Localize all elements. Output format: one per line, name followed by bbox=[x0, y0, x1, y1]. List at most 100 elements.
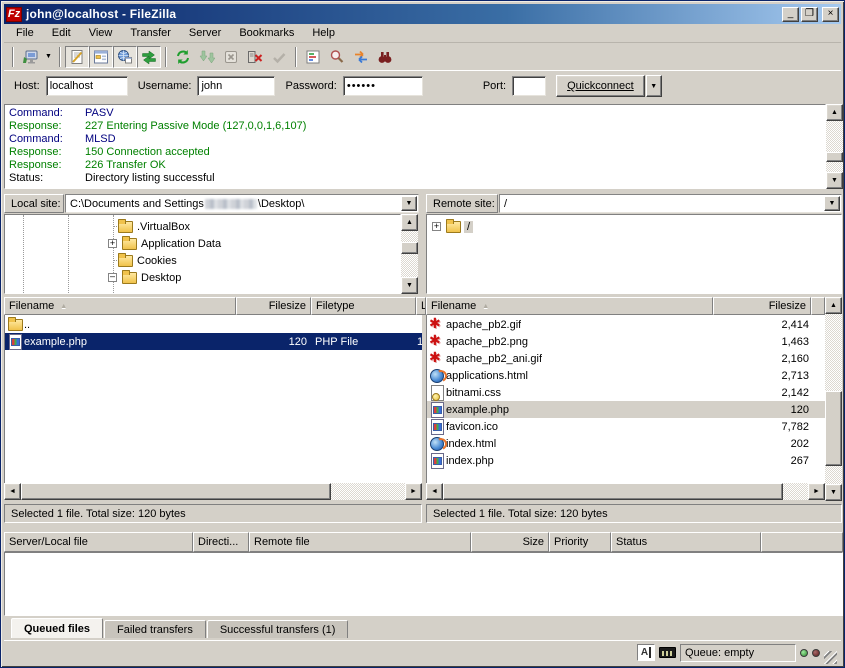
remote-vscrollbar[interactable] bbox=[825, 297, 842, 501]
menu-view[interactable]: View bbox=[81, 25, 121, 41]
file-row[interactable]: apache_pb2_ani.gif 2,160 bbox=[427, 350, 825, 367]
menu-server[interactable]: Server bbox=[181, 25, 229, 41]
remote-hscrollbar[interactable] bbox=[426, 483, 825, 500]
file-row-selected[interactable]: example.php 120 PHP File 1 bbox=[5, 333, 422, 350]
local-col-filetype[interactable]: Filetype bbox=[311, 297, 416, 315]
queue-col-server-local[interactable]: Server/Local file bbox=[4, 532, 193, 552]
host-input[interactable] bbox=[46, 76, 128, 96]
expand-plus-icon[interactable] bbox=[432, 222, 441, 231]
message-log[interactable]: Command:PASV Response:227 Entering Passi… bbox=[4, 104, 826, 189]
remote-tree[interactable]: / bbox=[426, 214, 842, 294]
resize-grip[interactable] bbox=[824, 651, 837, 664]
scroll-left-icon[interactable] bbox=[4, 483, 21, 500]
cancel-operation-button[interactable] bbox=[219, 46, 243, 68]
file-row[interactable]: index.php 267 bbox=[427, 452, 825, 469]
toggle-message-log-button[interactable] bbox=[65, 46, 89, 68]
scroll-up-icon[interactable] bbox=[826, 104, 843, 121]
menu-transfer[interactable]: Transfer bbox=[122, 25, 179, 41]
file-row-selected[interactable]: example.php 120 bbox=[427, 401, 825, 418]
tree-item-virtualbox[interactable]: .VirtualBox bbox=[117, 218, 397, 235]
username-input[interactable] bbox=[197, 76, 275, 96]
tree-item-label: / bbox=[464, 221, 473, 233]
file-row[interactable]: favicon.ico 7,782 bbox=[427, 418, 825, 435]
tree-item-desktop[interactable]: Desktop bbox=[108, 269, 398, 286]
scrollbar-thumb[interactable] bbox=[401, 242, 418, 254]
remote-file-list[interactable]: apache_pb2.gif 2,414 apache_pb2.png 1,46… bbox=[426, 315, 825, 483]
port-input[interactable] bbox=[512, 76, 546, 96]
expand-minus-icon[interactable] bbox=[108, 273, 117, 282]
file-row[interactable]: apache_pb2.gif 2,414 bbox=[427, 316, 825, 333]
find-files-button[interactable] bbox=[373, 46, 397, 68]
local-col-filename[interactable]: Filename bbox=[4, 297, 236, 315]
transfer-type-indicator-icon[interactable]: A bbox=[637, 644, 655, 661]
title-bar[interactable]: Fz john@localhost - FileZilla _ ❐ × bbox=[4, 4, 841, 24]
scrollbar-thumb[interactable] bbox=[826, 152, 843, 162]
file-row[interactable]: index.html 202 bbox=[427, 435, 825, 452]
speed-limit-indicator-icon[interactable] bbox=[659, 647, 676, 658]
site-manager-button[interactable] bbox=[18, 46, 42, 68]
menu-bookmarks[interactable]: Bookmarks bbox=[231, 25, 302, 41]
remote-site-combo[interactable]: / bbox=[499, 194, 842, 213]
quickconnect-dropdown[interactable] bbox=[646, 75, 662, 97]
queue-col-direction[interactable]: Directi... bbox=[193, 532, 249, 552]
refresh-button[interactable] bbox=[171, 46, 195, 68]
expand-plus-icon[interactable] bbox=[108, 239, 117, 248]
site-manager-dropdown[interactable] bbox=[42, 46, 55, 68]
scrollbar-thumb[interactable] bbox=[825, 391, 842, 466]
scrollbar-thumb[interactable] bbox=[443, 483, 783, 500]
queue-col-priority[interactable]: Priority bbox=[549, 532, 611, 552]
file-row[interactable]: bitnami.css 2,142 bbox=[427, 384, 825, 401]
local-col-modified[interactable]: L bbox=[416, 297, 426, 315]
disconnect-button[interactable] bbox=[243, 46, 267, 68]
menu-edit[interactable]: Edit bbox=[44, 25, 79, 41]
file-row-up[interactable]: .. bbox=[5, 316, 422, 333]
synchronized-browsing-button[interactable] bbox=[349, 46, 373, 68]
minimize-button[interactable]: _ bbox=[782, 7, 799, 22]
maximize-button[interactable]: ❐ bbox=[801, 7, 818, 22]
local-combo-dropdown[interactable] bbox=[401, 196, 417, 211]
directory-filters-button[interactable] bbox=[301, 46, 325, 68]
toggle-transfer-queue-button[interactable] bbox=[137, 46, 161, 68]
tab-successful-transfers[interactable]: Successful transfers (1) bbox=[207, 620, 349, 639]
queue-list[interactable] bbox=[4, 552, 843, 616]
local-tree-scrollbar[interactable] bbox=[401, 214, 418, 294]
toggle-remote-tree-button[interactable] bbox=[113, 46, 137, 68]
local-file-list[interactable]: .. example.php 120 PHP File 1 bbox=[4, 315, 422, 483]
tab-queued-files[interactable]: Queued files bbox=[11, 618, 103, 639]
queue-col-status[interactable]: Status bbox=[611, 532, 761, 552]
scroll-left-icon[interactable] bbox=[426, 483, 443, 500]
scrollbar-thumb[interactable] bbox=[21, 483, 331, 500]
tree-item-application-data[interactable]: Application Data bbox=[108, 235, 398, 252]
file-row[interactable]: apache_pb2.png 1,463 bbox=[427, 333, 825, 350]
tab-failed-transfers[interactable]: Failed transfers bbox=[104, 620, 206, 639]
menu-file[interactable]: File bbox=[8, 25, 42, 41]
remote-combo-dropdown[interactable] bbox=[824, 196, 840, 211]
abort-button[interactable] bbox=[267, 46, 291, 68]
scroll-up-icon[interactable] bbox=[401, 214, 418, 231]
remote-col-filename[interactable]: Filename bbox=[426, 297, 713, 315]
close-button[interactable]: × bbox=[822, 7, 839, 22]
scroll-down-icon[interactable] bbox=[826, 172, 843, 189]
toggle-local-tree-button[interactable] bbox=[89, 46, 113, 68]
queue-col-remote-file[interactable]: Remote file bbox=[249, 532, 471, 552]
tree-item-cookies[interactable]: Cookies bbox=[117, 252, 397, 269]
tree-item-root[interactable]: / bbox=[432, 218, 822, 235]
local-site-combo[interactable]: C:\Documents and Settings\Desktop\ bbox=[65, 194, 419, 213]
menu-help[interactable]: Help bbox=[304, 25, 343, 41]
queue-col-size[interactable]: Size bbox=[471, 532, 549, 552]
local-col-filesize[interactable]: Filesize bbox=[236, 297, 311, 315]
remote-col-filesize[interactable]: Filesize bbox=[713, 297, 811, 315]
file-row[interactable]: applications.html 2,713 bbox=[427, 367, 825, 384]
password-input[interactable] bbox=[343, 76, 423, 96]
scroll-right-icon[interactable] bbox=[808, 483, 825, 500]
quickconnect-button[interactable]: Quickconnect bbox=[556, 75, 645, 97]
scroll-down-icon[interactable] bbox=[401, 277, 418, 294]
process-queue-button[interactable] bbox=[195, 46, 219, 68]
directory-comparison-button[interactable] bbox=[325, 46, 349, 68]
scroll-up-icon[interactable] bbox=[825, 297, 842, 314]
scroll-down-icon[interactable] bbox=[825, 484, 842, 501]
log-scrollbar[interactable] bbox=[826, 104, 843, 189]
scroll-right-icon[interactable] bbox=[405, 483, 422, 500]
local-hscrollbar[interactable] bbox=[4, 483, 422, 500]
local-tree[interactable]: .VirtualBox Application Data Cookies Des… bbox=[4, 214, 401, 294]
